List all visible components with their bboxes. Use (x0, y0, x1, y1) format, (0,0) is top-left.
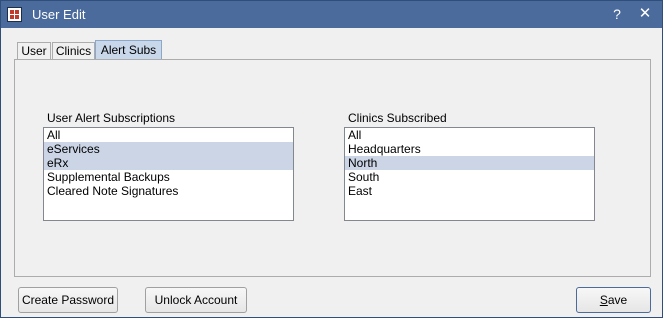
window-title: User Edit (32, 7, 86, 22)
clinics-subscribed-list[interactable]: All Headquarters North South East (344, 127, 595, 221)
unlock-account-button[interactable]: Unlock Account (145, 287, 247, 313)
clinics-subscribed-label: Clinics Subscribed (348, 111, 447, 125)
save-label-rest: ave (607, 293, 628, 307)
save-button[interactable]: Save (576, 287, 651, 313)
list-item[interactable]: Supplemental Backups (44, 170, 293, 184)
close-icon[interactable]: ✕ (634, 4, 656, 24)
list-item[interactable]: All (44, 128, 293, 142)
user-alert-subscriptions-list[interactable]: All eServices eRx Supplemental Backups C… (43, 127, 294, 221)
tab-user[interactable]: User (17, 42, 51, 60)
list-item[interactable]: eRx (44, 156, 293, 170)
list-item[interactable]: South (345, 170, 594, 184)
tab-alert-subs[interactable]: Alert Subs (95, 40, 162, 60)
list-item[interactable]: North (345, 156, 594, 170)
user-edit-window: User Edit ? ✕ User Clinics Alert Subs Us… (0, 0, 663, 318)
list-item[interactable]: All (345, 128, 594, 142)
user-alert-subscriptions-label: User Alert Subscriptions (47, 111, 176, 125)
save-mnemonic: S (599, 293, 608, 307)
list-item[interactable]: East (345, 184, 594, 198)
list-item[interactable]: Cleared Note Signatures (44, 184, 293, 198)
title-bar[interactable]: User Edit ? ✕ (1, 1, 662, 28)
create-password-button[interactable]: Create Password (18, 287, 118, 313)
list-item[interactable]: Headquarters (345, 142, 594, 156)
help-icon[interactable]: ? (606, 4, 628, 24)
tab-clinics[interactable]: Clinics (52, 42, 95, 60)
app-grid-icon (7, 7, 22, 22)
list-item[interactable]: eServices (44, 142, 293, 156)
